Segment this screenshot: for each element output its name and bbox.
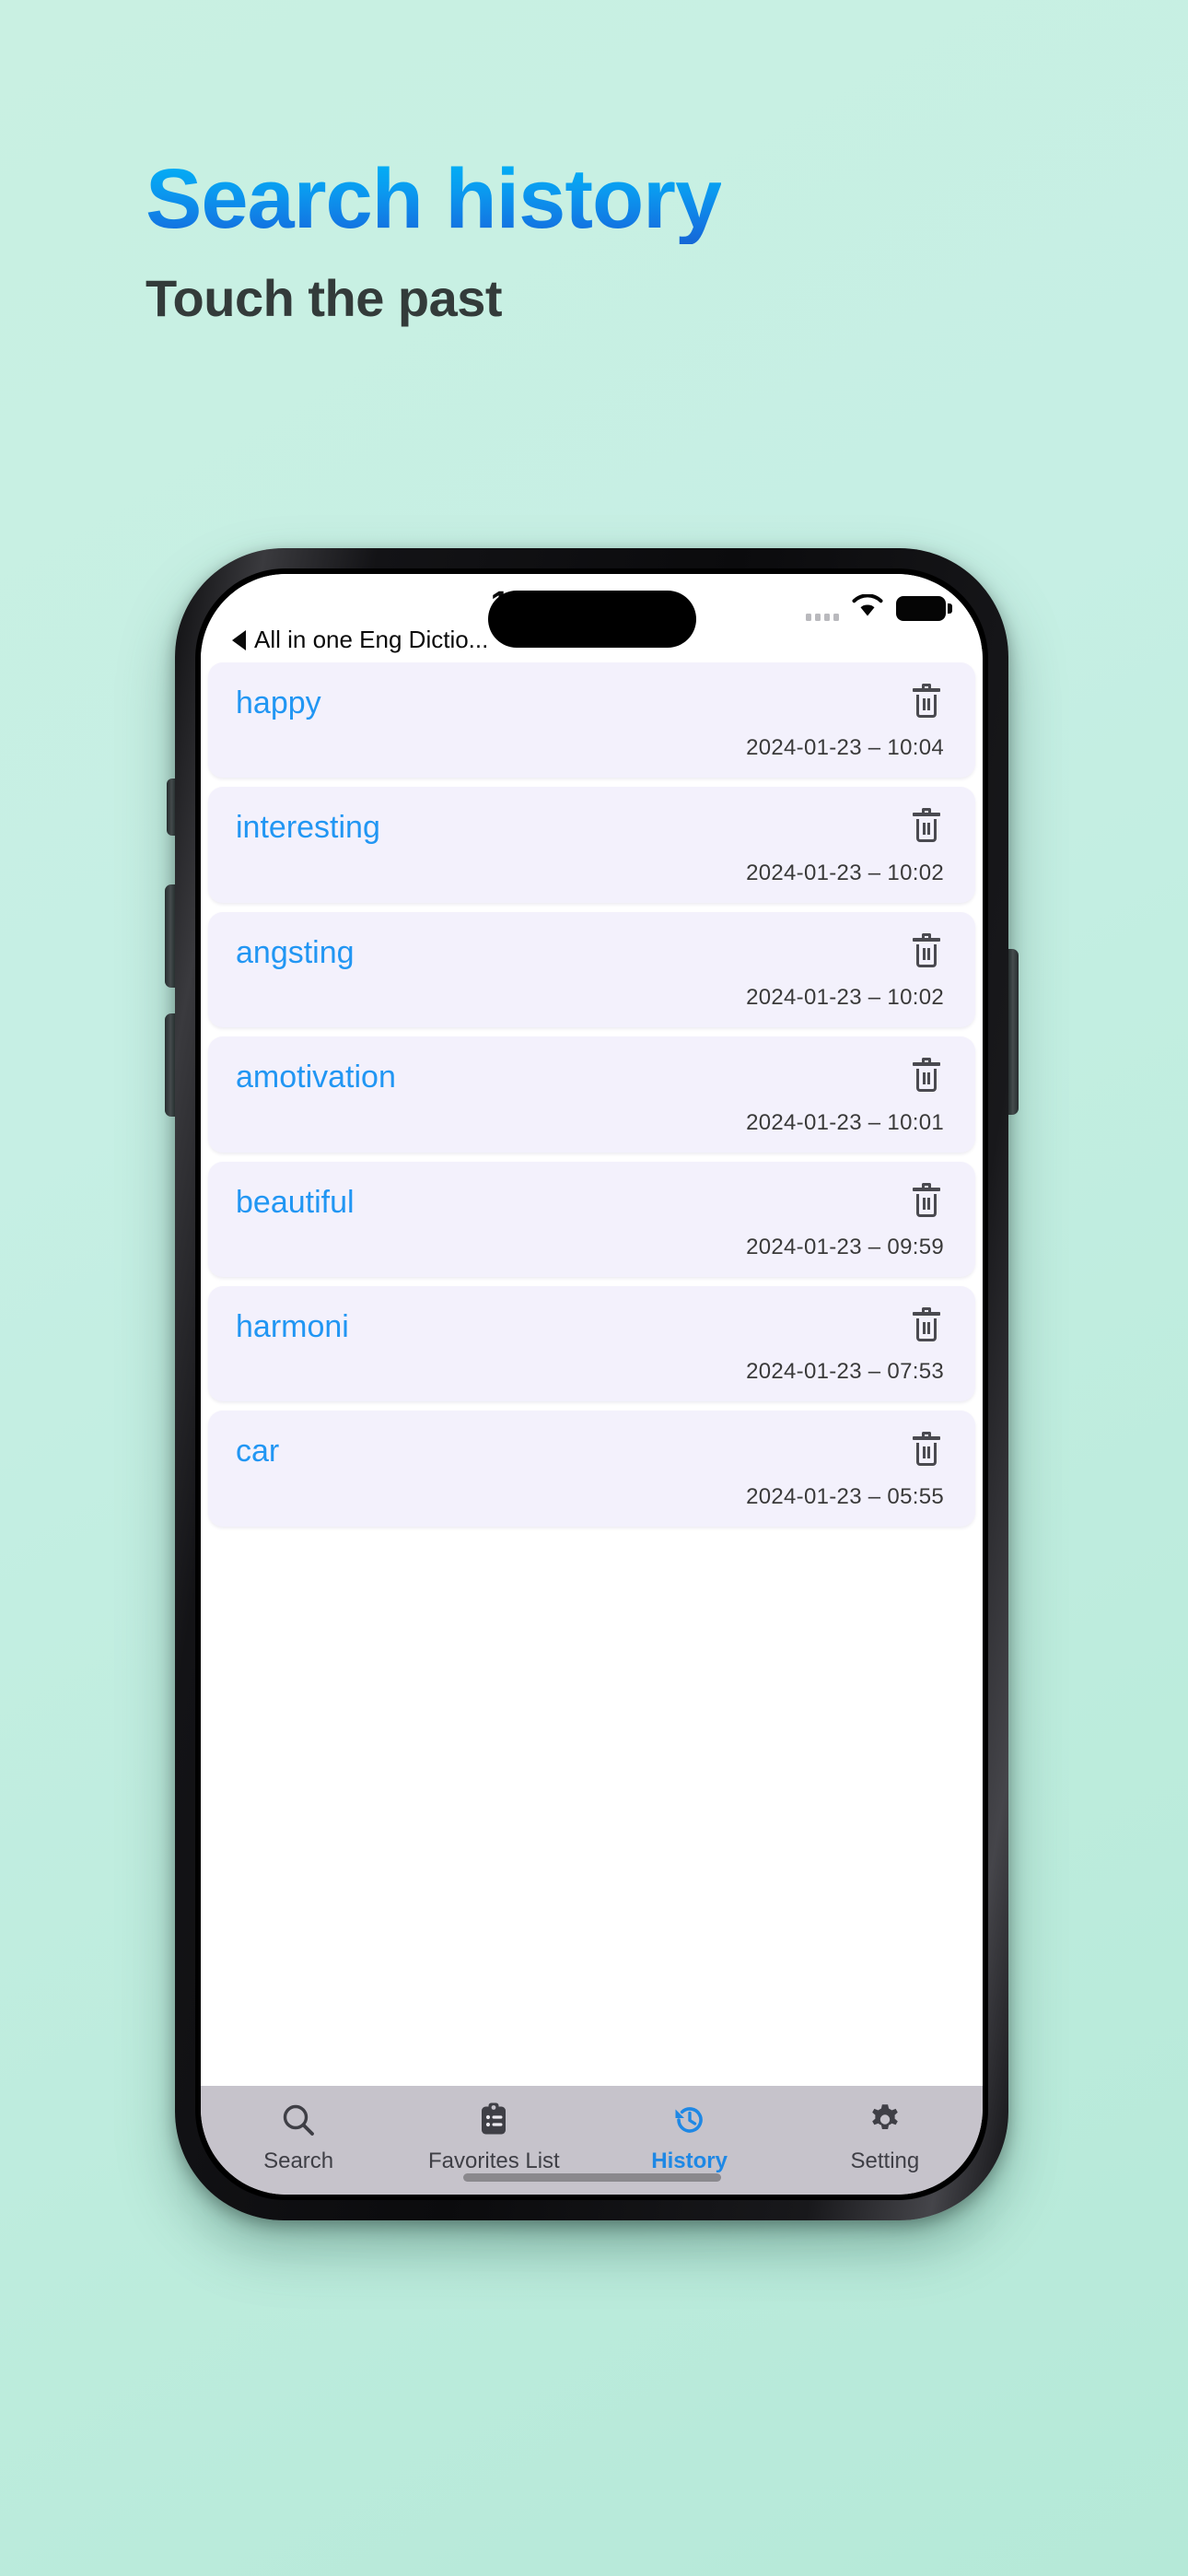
history-word[interactable]: interesting: [236, 810, 380, 845]
history-word[interactable]: beautiful: [236, 1185, 355, 1220]
history-word[interactable]: harmoni: [236, 1309, 349, 1344]
history-timestamp: 2024-01-23 – 10:02: [746, 860, 944, 885]
tab-favorites-list[interactable]: Favorites List: [396, 2101, 591, 2174]
tab-setting[interactable]: Setting: [787, 2101, 983, 2174]
list-item[interactable]: amotivation 2024-01-23 – 10:01: [208, 1036, 975, 1153]
trash-icon[interactable]: [913, 808, 940, 844]
page-title: Search history: [146, 152, 722, 246]
gear-icon: [866, 2101, 904, 2139]
phone-bezel: 17:04 All in one Eng Dictio... happy 202…: [195, 568, 988, 2200]
list-item[interactable]: happy 2024-01-23 – 10:04: [208, 662, 975, 779]
trash-icon[interactable]: [913, 1058, 940, 1094]
battery-full-icon: [896, 596, 952, 621]
list-item[interactable]: harmoni 2024-01-23 – 07:53: [208, 1285, 975, 1402]
trash-icon[interactable]: [913, 1182, 940, 1219]
phone-frame: 17:04 All in one Eng Dictio... happy 202…: [175, 548, 1008, 2220]
back-to-app-link[interactable]: All in one Eng Dictio...: [232, 626, 488, 654]
list-item[interactable]: angsting 2024-01-23 – 10:02: [208, 911, 975, 1028]
history-timestamp: 2024-01-23 – 07:53: [746, 1359, 944, 1385]
history-timestamp: 2024-01-23 – 10:02: [746, 985, 944, 1011]
history-list: happy 2024-01-23 – 10:04 interesting 202…: [201, 662, 983, 2086]
trash-icon[interactable]: [913, 1306, 940, 1343]
page-subtitle: Touch the past: [146, 268, 503, 327]
history-timestamp: 2024-01-23 – 05:55: [746, 1483, 944, 1509]
status-bar: 17:04 All in one Eng Dictio...: [201, 574, 983, 662]
history-word[interactable]: amotivation: [236, 1060, 396, 1095]
back-to-app-label: All in one Eng Dictio...: [254, 626, 489, 653]
list-item[interactable]: car 2024-01-23 – 05:55: [208, 1411, 975, 1527]
history-timestamp: 2024-01-23 – 09:59: [746, 1234, 944, 1259]
list-item[interactable]: interesting 2024-01-23 – 10:02: [208, 787, 975, 903]
clipboard-list-icon: [474, 2101, 513, 2139]
home-indicator[interactable]: [462, 2173, 721, 2182]
tab-history[interactable]: History: [592, 2101, 787, 2174]
wifi-icon: [852, 593, 883, 623]
trash-icon[interactable]: [913, 932, 940, 969]
tab-history-label: History: [651, 2149, 728, 2173]
tab-setting-label: Setting: [850, 2149, 920, 2173]
history-timestamp: 2024-01-23 – 10:04: [746, 735, 944, 761]
triangle-left-icon: [232, 629, 246, 650]
list-item[interactable]: beautiful 2024-01-23 – 09:59: [208, 1161, 975, 1277]
history-word[interactable]: angsting: [236, 935, 355, 970]
cellular-signal-icon: [806, 597, 839, 621]
tab-search[interactable]: Search: [201, 2101, 396, 2174]
status-indicators: [806, 593, 952, 623]
trash-icon[interactable]: [913, 684, 940, 720]
history-clock-icon: [670, 2101, 709, 2139]
tab-favorites-list-label: Favorites List: [428, 2149, 560, 2173]
phone-screen: 17:04 All in one Eng Dictio... happy 202…: [201, 574, 983, 2195]
promo-header: Search history Touch the past: [146, 155, 1066, 328]
tab-search-label: Search: [263, 2149, 334, 2173]
trash-icon[interactable]: [913, 1432, 940, 1468]
dynamic-island: [487, 591, 696, 648]
history-word[interactable]: car: [236, 1434, 279, 1469]
history-word[interactable]: happy: [236, 685, 321, 720]
search-icon: [279, 2101, 318, 2139]
history-timestamp: 2024-01-23 – 10:01: [746, 1109, 944, 1135]
